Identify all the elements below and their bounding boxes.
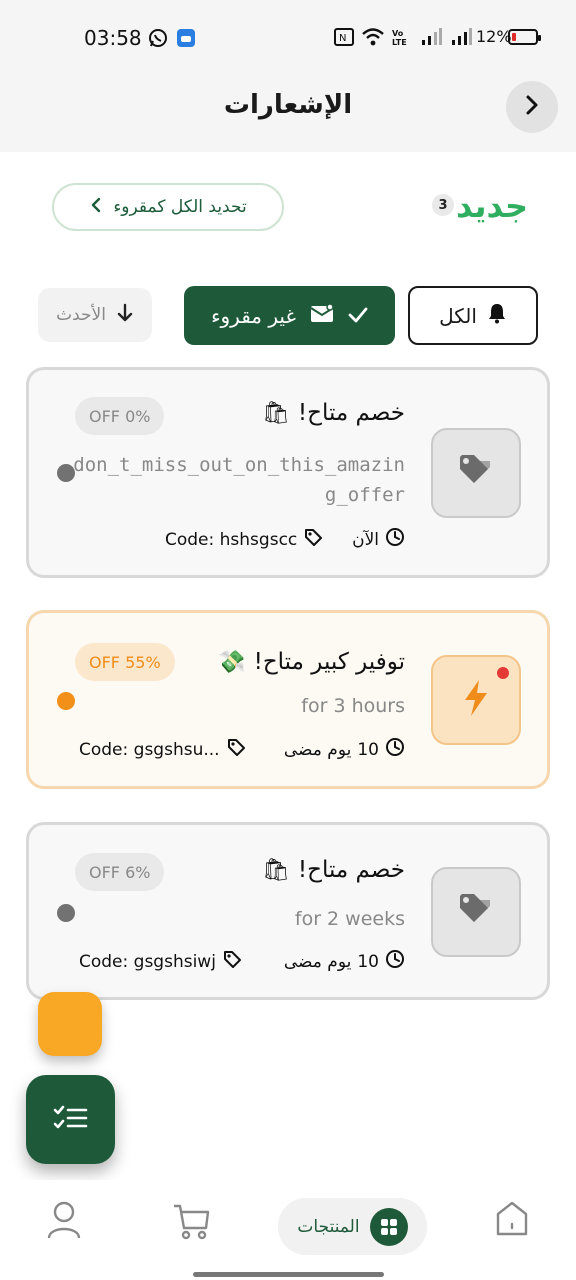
unread-indicator (497, 667, 509, 679)
notifications-screen: 03:58 N Vo LTE 12% الإشعارات تحديد الكل … (0, 0, 576, 1280)
bell-icon (487, 302, 507, 329)
signal-icon (420, 28, 442, 50)
chevron-right-icon (521, 94, 543, 120)
arrow-down-icon (116, 303, 134, 328)
filter-unread-tab[interactable]: غير مقروء (184, 286, 395, 345)
notification-card[interactable]: خصم متاح! 🛍 OFF 0% don_t_miss_out_on_thi… (26, 367, 550, 578)
code-text: Code: gsgshsu... (79, 739, 220, 760)
notification-time: الآن (352, 527, 405, 552)
time-text: يوم مضى (283, 951, 352, 972)
read-status-dot (57, 464, 75, 482)
home-indicator (193, 1272, 384, 1277)
shopping-bag-icon: 🛍 (261, 400, 290, 426)
battery-icon (508, 29, 541, 45)
filter-all-tab[interactable]: الكل (408, 286, 538, 345)
home-icon[interactable] (494, 1200, 530, 1242)
tag-icon (456, 890, 496, 934)
time-text: يوم مضى (283, 739, 352, 760)
profile-icon[interactable] (46, 1200, 82, 1244)
clock-icon (385, 949, 405, 974)
orange-fab-button[interactable] (38, 992, 102, 1056)
svg-text:N: N (339, 33, 346, 44)
notification-description: for 2 weeks (294, 908, 405, 930)
new-label-text: جديد (456, 187, 529, 225)
tag-outline-icon (226, 737, 246, 762)
svg-text:LTE: LTE (392, 38, 407, 46)
status-bar: 03:58 N Vo LTE 12% (0, 0, 576, 74)
notification-title: خصم متاح! 🛍 (262, 857, 405, 883)
notification-title: توفير كبير متاح! 💸 (218, 649, 405, 675)
cart-icon[interactable] (172, 1200, 212, 1244)
shopping-bag-icon: 🛍 (261, 857, 290, 883)
read-status-dot (57, 904, 75, 922)
notification-card[interactable]: توفير كبير متاح! 💸 OFF 55% for 3 hours 1… (26, 610, 550, 789)
clock-icon (385, 737, 405, 762)
code-text: Code: gsgshsiwj (79, 951, 216, 972)
notification-title-text: توفير كبير متاح! (253, 649, 405, 675)
back-button[interactable] (506, 81, 558, 133)
notification-icon-box (431, 867, 521, 957)
read-status-dot (57, 692, 75, 710)
checklist-icon (53, 1104, 89, 1136)
sort-label: الأحدث (56, 305, 106, 325)
filter-all-label: الكل (439, 303, 477, 328)
notification-time: 10 يوم مضى (284, 949, 405, 974)
page-title: الإشعارات (223, 90, 353, 120)
notification-icon-box (431, 655, 521, 745)
time-text: الآن (352, 529, 379, 550)
lightning-icon (461, 678, 491, 722)
whatsapp-icon (148, 28, 168, 52)
nav-products-tab[interactable]: المنتجات (278, 1198, 427, 1255)
notification-title-text: خصم متاح! (297, 400, 405, 426)
tag-outline-icon (222, 949, 242, 974)
envelope-icon (310, 303, 334, 328)
tag-outline-icon (303, 527, 323, 552)
bottom-navigation: المنتجات (0, 1180, 576, 1280)
coupon-code: Code: hshsgscc (165, 527, 323, 552)
coupon-code: Code: gsgshsiwj (79, 949, 242, 974)
new-notifications-label: 3 جديد (432, 186, 528, 226)
notification-description: don_t_miss_out_on_this_amazing_offer (73, 454, 405, 506)
code-text: Code: hshsgscc (165, 529, 298, 550)
tag-icon (456, 451, 496, 495)
notification-title: خصم متاح! 🛍 (262, 400, 405, 426)
discount-badge: OFF 55% (75, 643, 175, 681)
nfc-icon: N (334, 28, 354, 50)
mark-all-label: تحديد الكل كمقروء (113, 197, 247, 217)
money-icon: 💸 (218, 649, 246, 675)
time-number: 10 (357, 739, 379, 760)
svg-text:Vo: Vo (392, 29, 404, 38)
checklist-fab-button[interactable] (26, 1075, 115, 1164)
coupon-code: Code: gsgshsu... (79, 737, 246, 762)
notification-description: for 3 hours (301, 695, 405, 717)
discount-badge: OFF 6% (75, 853, 165, 891)
notification-time: 10 يوم مضى (284, 737, 405, 762)
filter-unread-label: غير مقروء (211, 303, 296, 328)
nav-products-label: المنتجات (297, 1216, 360, 1237)
signal-icon (450, 28, 472, 50)
products-grid-icon (369, 1207, 408, 1246)
check-icon (348, 304, 368, 328)
status-time: 03:58 (84, 26, 142, 50)
clock-icon (385, 527, 405, 552)
app-icon (176, 28, 196, 52)
chevron-left-icon (89, 197, 103, 218)
sort-newest-button[interactable]: الأحدث (38, 288, 152, 342)
notification-icon-box (431, 428, 521, 518)
mark-all-read-button[interactable]: تحديد الكل كمقروء (52, 183, 284, 231)
time-number: 10 (357, 951, 379, 972)
wifi-icon (362, 28, 384, 50)
notification-card[interactable]: خصم متاح! 🛍 OFF 6% for 2 weeks 10 يوم مض… (26, 822, 550, 1000)
battery-percent: 12% (476, 27, 512, 46)
notification-title-text: خصم متاح! (297, 857, 405, 883)
volte-icon: Vo LTE (392, 28, 414, 50)
app-header: الإشعارات (0, 74, 576, 152)
new-count-badge: 3 (432, 194, 454, 216)
discount-badge: OFF 0% (75, 397, 165, 435)
